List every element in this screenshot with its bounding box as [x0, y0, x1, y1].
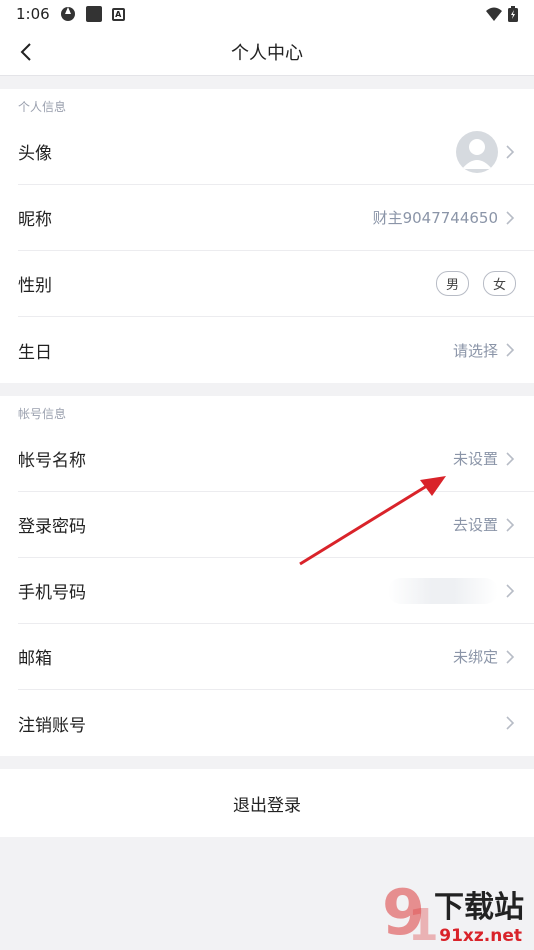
email-value: 未绑定: [452, 648, 498, 666]
section-header-account: 帐号信息: [18, 407, 67, 421]
chevron-left-icon: [20, 43, 31, 61]
chevron-right-icon: [506, 649, 515, 664]
status-time: 1:06: [16, 5, 50, 23]
avatar-label: 头像: [18, 144, 52, 164]
phone-row[interactable]: 手机号码: [18, 558, 534, 624]
chevron-right-icon: [506, 343, 515, 357]
nav-bar: 个人中心: [0, 28, 534, 76]
birthday-row[interactable]: 生日 请选择: [18, 317, 534, 383]
birthday-label: 生日: [18, 342, 52, 363]
account-name-row[interactable]: 帐号名称 未设置: [18, 426, 534, 492]
gender-female-button[interactable]: 女: [482, 271, 516, 296]
aperture-icon: [60, 7, 75, 21]
gender-label: 性别: [18, 276, 52, 296]
chevron-right-icon: [506, 716, 515, 730]
account-name-label: 帐号名称: [18, 451, 86, 471]
phone-label: 手机号码: [18, 583, 86, 603]
chevron-right-icon: [506, 210, 515, 225]
watermark-text: 下载站: [434, 890, 524, 925]
gender-row: 性别 男 女: [18, 251, 534, 317]
chevron-right-icon: [506, 517, 515, 532]
account-name-value: 未设置: [452, 450, 498, 468]
a-notification-icon: A: [111, 7, 125, 21]
status-bar: 1:06 A: [0, 0, 534, 28]
gender-male-button[interactable]: 男: [435, 271, 469, 296]
chevron-right-icon: [506, 583, 515, 598]
phone-value-blurred: [388, 577, 498, 604]
red-annotation-arrow-icon: [299, 476, 446, 566]
cancel-account-label: 注销账号: [18, 715, 86, 736]
logout-button[interactable]: 退出登录: [0, 769, 534, 837]
chevron-right-icon: [506, 144, 515, 159]
password-value: 去设置: [452, 516, 498, 534]
nickname-value: 财主9047744650: [372, 209, 498, 227]
personal-info-section: 个人信息 头像 昵称 财主9047744650 性别 男 女 生日 请选择: [0, 89, 534, 383]
chevron-right-icon: [506, 451, 515, 466]
cancel-account-row[interactable]: 注销账号: [18, 690, 534, 756]
wifi-icon: [486, 7, 502, 21]
account-info-section: 帐号信息 帐号名称 未设置 登录密码 去设置 手机号码 邮箱 未绑定 注销账号: [0, 396, 534, 756]
nickname-row[interactable]: 昵称 财主9047744650: [18, 185, 534, 251]
email-row[interactable]: 邮箱 未绑定: [18, 624, 534, 690]
battery-icon: [508, 6, 518, 22]
page-title: 个人中心: [231, 42, 303, 64]
password-row[interactable]: 登录密码 去设置: [18, 492, 534, 558]
square-notification-icon: [85, 6, 102, 22]
avatar-row[interactable]: 头像: [18, 119, 534, 185]
section-header-personal: 个人信息: [18, 100, 67, 114]
watermark-site: 91xz.net: [439, 926, 522, 946]
birthday-value: 请选择: [452, 341, 498, 360]
password-label: 登录密码: [18, 517, 86, 537]
nickname-label: 昵称: [18, 210, 52, 230]
watermark: 9 1 下载站 91xz.net: [380, 876, 530, 950]
email-label: 邮箱: [18, 649, 52, 669]
avatar[interactable]: [456, 130, 498, 173]
user-silhouette-icon: [462, 138, 492, 169]
back-button[interactable]: [10, 36, 42, 68]
